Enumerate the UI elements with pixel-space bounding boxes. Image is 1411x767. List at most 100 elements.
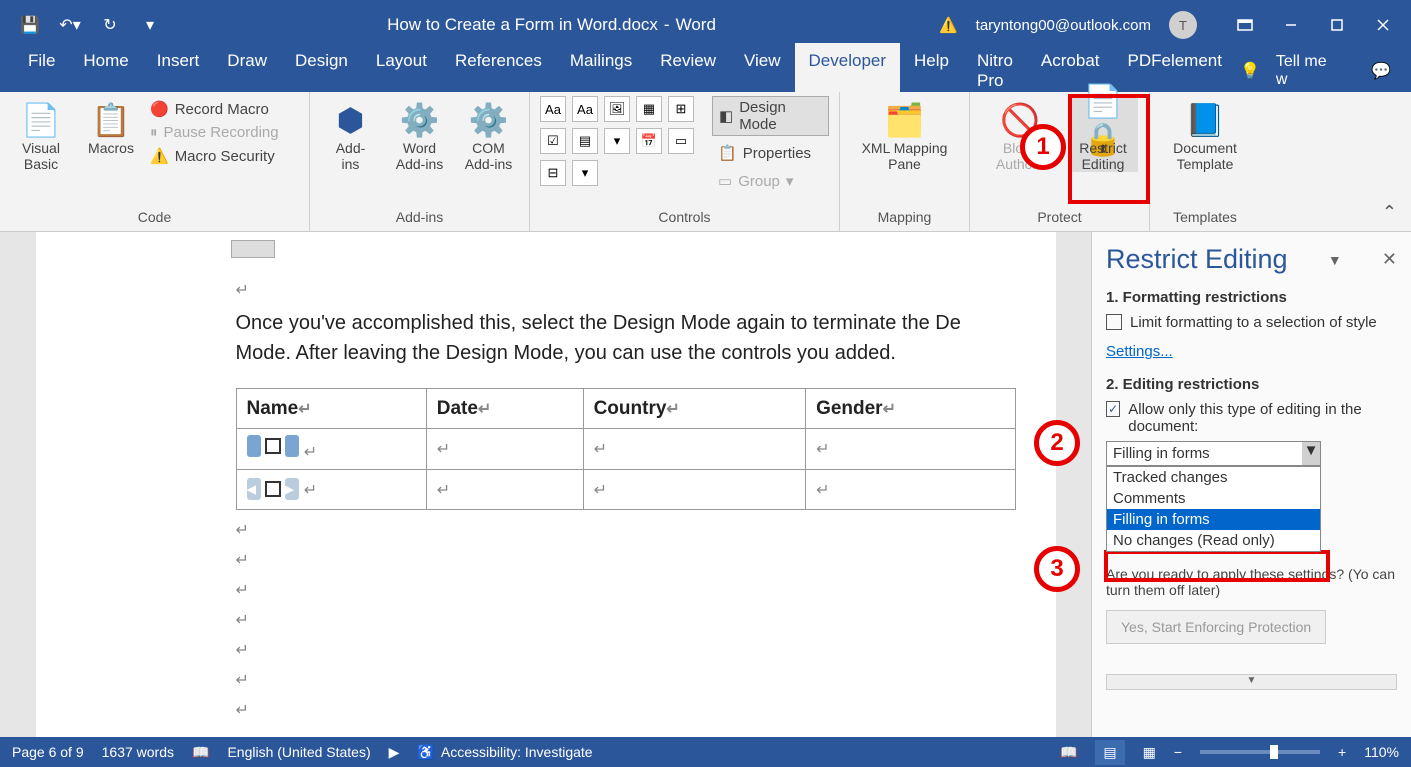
legacy-control-icon[interactable]: ▭ (668, 128, 694, 154)
ribbon-display-icon[interactable] (1225, 10, 1265, 40)
plain-text-control-icon[interactable]: Aa (572, 96, 598, 122)
zoom-in-icon[interactable]: + (1338, 744, 1346, 760)
redo-icon[interactable]: ↻ (96, 13, 124, 37)
dropdown-arrow-icon[interactable]: ▼ (1302, 442, 1320, 465)
checkbox-content-control[interactable] (247, 435, 299, 457)
menu-review[interactable]: Review (646, 43, 730, 99)
paragraph-mark: ↵ (236, 520, 1016, 540)
menu-mailings[interactable]: Mailings (556, 43, 646, 99)
paragraph-mark: ↵ (236, 580, 1016, 600)
record-icon: 🔴 (150, 100, 169, 118)
group-icon: ▭ (718, 172, 732, 190)
picture-control-icon[interactable]: 🖼 (604, 96, 630, 122)
ribbon-group-addins: ⬢Add- ins ⚙️Word Add-ins ⚙️COM Add-ins A… (310, 92, 530, 231)
design-mode-button[interactable]: ◧Design Mode (712, 96, 829, 136)
lightbulb-icon[interactable]: 💡 (1240, 61, 1260, 81)
checkbox-content-control[interactable]: ◂▸ (247, 478, 299, 500)
macro-security-button[interactable]: ⚠️Macro Security (150, 147, 279, 165)
editing-option[interactable]: Comments (1107, 488, 1320, 509)
editing-restrictions-header: 2. Editing restrictions (1106, 376, 1397, 393)
xml-mapping-button[interactable]: 🗂️XML Mapping Pane (850, 96, 959, 172)
zoom-slider[interactable] (1200, 750, 1320, 754)
close-icon[interactable] (1363, 10, 1403, 40)
checkbox-control-icon[interactable]: ☑ (540, 128, 566, 154)
web-layout-icon[interactable]: ▦ (1143, 744, 1156, 761)
workspace: ↵ Once you've accomplished this, select … (0, 232, 1411, 737)
language-status[interactable]: English (United States) (227, 744, 370, 760)
allow-editing-checkbox[interactable]: ✓ (1106, 401, 1120, 417)
pause-icon: ⏸ (150, 124, 158, 141)
print-layout-icon[interactable]: ▤ (1095, 740, 1124, 765)
com-addins-button[interactable]: ⚙️COM Add-ins (458, 96, 519, 172)
table-row: ↵ ↵↵↵ (236, 429, 1015, 470)
tell-me[interactable]: Tell me w (1276, 53, 1335, 89)
qat-dropdown-icon[interactable]: ▾ (136, 13, 164, 37)
editing-type-select[interactable]: Filling in forms▼ Tracked changesComment… (1106, 441, 1321, 466)
building-block-control-icon[interactable]: ▦ (636, 96, 662, 122)
menu-help[interactable]: Help (900, 43, 963, 99)
document-template-button[interactable]: 📘Document Template (1160, 96, 1250, 172)
accessibility-status[interactable]: ♿Accessibility: Investigate (417, 744, 592, 761)
menu-home[interactable]: Home (69, 43, 142, 99)
zoom-out-icon[interactable]: − (1174, 744, 1182, 760)
maximize-icon[interactable] (1317, 10, 1357, 40)
menu-insert[interactable]: Insert (143, 43, 214, 99)
menu-view[interactable]: View (730, 43, 795, 99)
page-number-status[interactable]: Page 6 of 9 (12, 744, 84, 760)
paragraph-mark: ↵ (236, 550, 1016, 570)
menu-developer[interactable]: Developer (795, 43, 901, 99)
title-right: ⚠️ taryntong00@outlook.com T (939, 10, 1403, 40)
spell-check-icon[interactable]: 📖 (192, 744, 209, 761)
properties-icon: 📋 (718, 144, 737, 162)
record-macro-button[interactable]: 🔴Record Macro (150, 100, 279, 118)
date-control-icon[interactable]: 📅 (636, 128, 662, 154)
combo-control-icon[interactable]: ▤ (572, 128, 598, 154)
ribbon-group-controls: Aa Aa 🖼 ▦ ⊞ ☑ ▤ ▾ 📅 ▭ ⊟ ▾ ◧Design Mode 📋… (530, 92, 840, 231)
ribbon-group-code: 📄Visual Basic 📋Macros 🔴Record Macro ⏸Pau… (0, 92, 310, 231)
paragraph-mark: ↵ (236, 610, 1016, 630)
formatting-settings-link[interactable]: Settings... (1106, 343, 1173, 360)
document-area[interactable]: ↵ Once you've accomplished this, select … (0, 232, 1091, 737)
menu-file[interactable]: File (14, 43, 69, 99)
table-header: Name↵ (236, 389, 426, 429)
word-addins-button[interactable]: ⚙️Word Add-ins (389, 96, 450, 172)
rich-text-control-icon[interactable]: Aa (540, 96, 566, 122)
editing-option[interactable]: Filling in forms (1107, 509, 1320, 530)
editing-option[interactable]: No changes (Read only) (1107, 530, 1320, 551)
menu-bar: FileHomeInsertDrawDesignLayoutReferences… (0, 50, 1411, 92)
menu-draw[interactable]: Draw (213, 43, 281, 99)
dropdown-control-icon[interactable]: ▾ (604, 128, 630, 154)
annotation-marker-3: 3 (1034, 546, 1080, 592)
restrict-editing-button[interactable]: 📄🔒Restrict Editing (1068, 96, 1138, 172)
close-pane-icon[interactable]: ✕ (1382, 249, 1397, 270)
repeating-control-icon[interactable]: ⊞ (668, 96, 694, 122)
menu-references[interactable]: References (441, 43, 556, 99)
undo-icon[interactable]: ↶▾ (56, 13, 84, 37)
addins-button[interactable]: ⬢Add- ins (320, 96, 381, 172)
legacy-tools-icon[interactable]: ⊟ (540, 160, 566, 186)
user-avatar[interactable]: T (1169, 11, 1197, 39)
visual-basic-button[interactable]: 📄Visual Basic (10, 96, 72, 172)
zoom-level[interactable]: 110% (1364, 744, 1399, 760)
collapse-ribbon-icon[interactable]: ⌃ (1382, 202, 1397, 223)
comments-icon[interactable]: 💬 (1371, 61, 1391, 81)
user-email[interactable]: taryntong00@outlook.com (976, 17, 1151, 34)
start-enforcing-button[interactable]: Yes, Start Enforcing Protection (1106, 610, 1326, 644)
editing-option[interactable]: Tracked changes (1107, 467, 1320, 488)
save-icon[interactable]: 💾 (16, 13, 44, 37)
limit-formatting-checkbox[interactable] (1106, 314, 1122, 330)
legacy-dropdown-icon[interactable]: ▾ (572, 160, 598, 186)
ruler-indent-marker[interactable] (231, 240, 275, 258)
minimize-icon[interactable] (1271, 10, 1311, 40)
table-header: Country↵ (583, 389, 805, 429)
properties-button[interactable]: 📋Properties (712, 142, 829, 164)
limit-formatting-label: Limit formatting to a selection of style (1130, 314, 1377, 331)
menu-nitro-pro[interactable]: Nitro Pro (963, 43, 1027, 99)
word-count-status[interactable]: 1637 words (102, 744, 174, 760)
read-mode-icon[interactable]: 📖 (1060, 744, 1077, 761)
macro-status-icon[interactable]: ▶ (389, 744, 400, 761)
pane-scrollbar[interactable] (1106, 674, 1397, 690)
menu-design[interactable]: Design (281, 43, 362, 99)
macros-button[interactable]: 📋Macros (80, 96, 142, 156)
menu-layout[interactable]: Layout (362, 43, 441, 99)
